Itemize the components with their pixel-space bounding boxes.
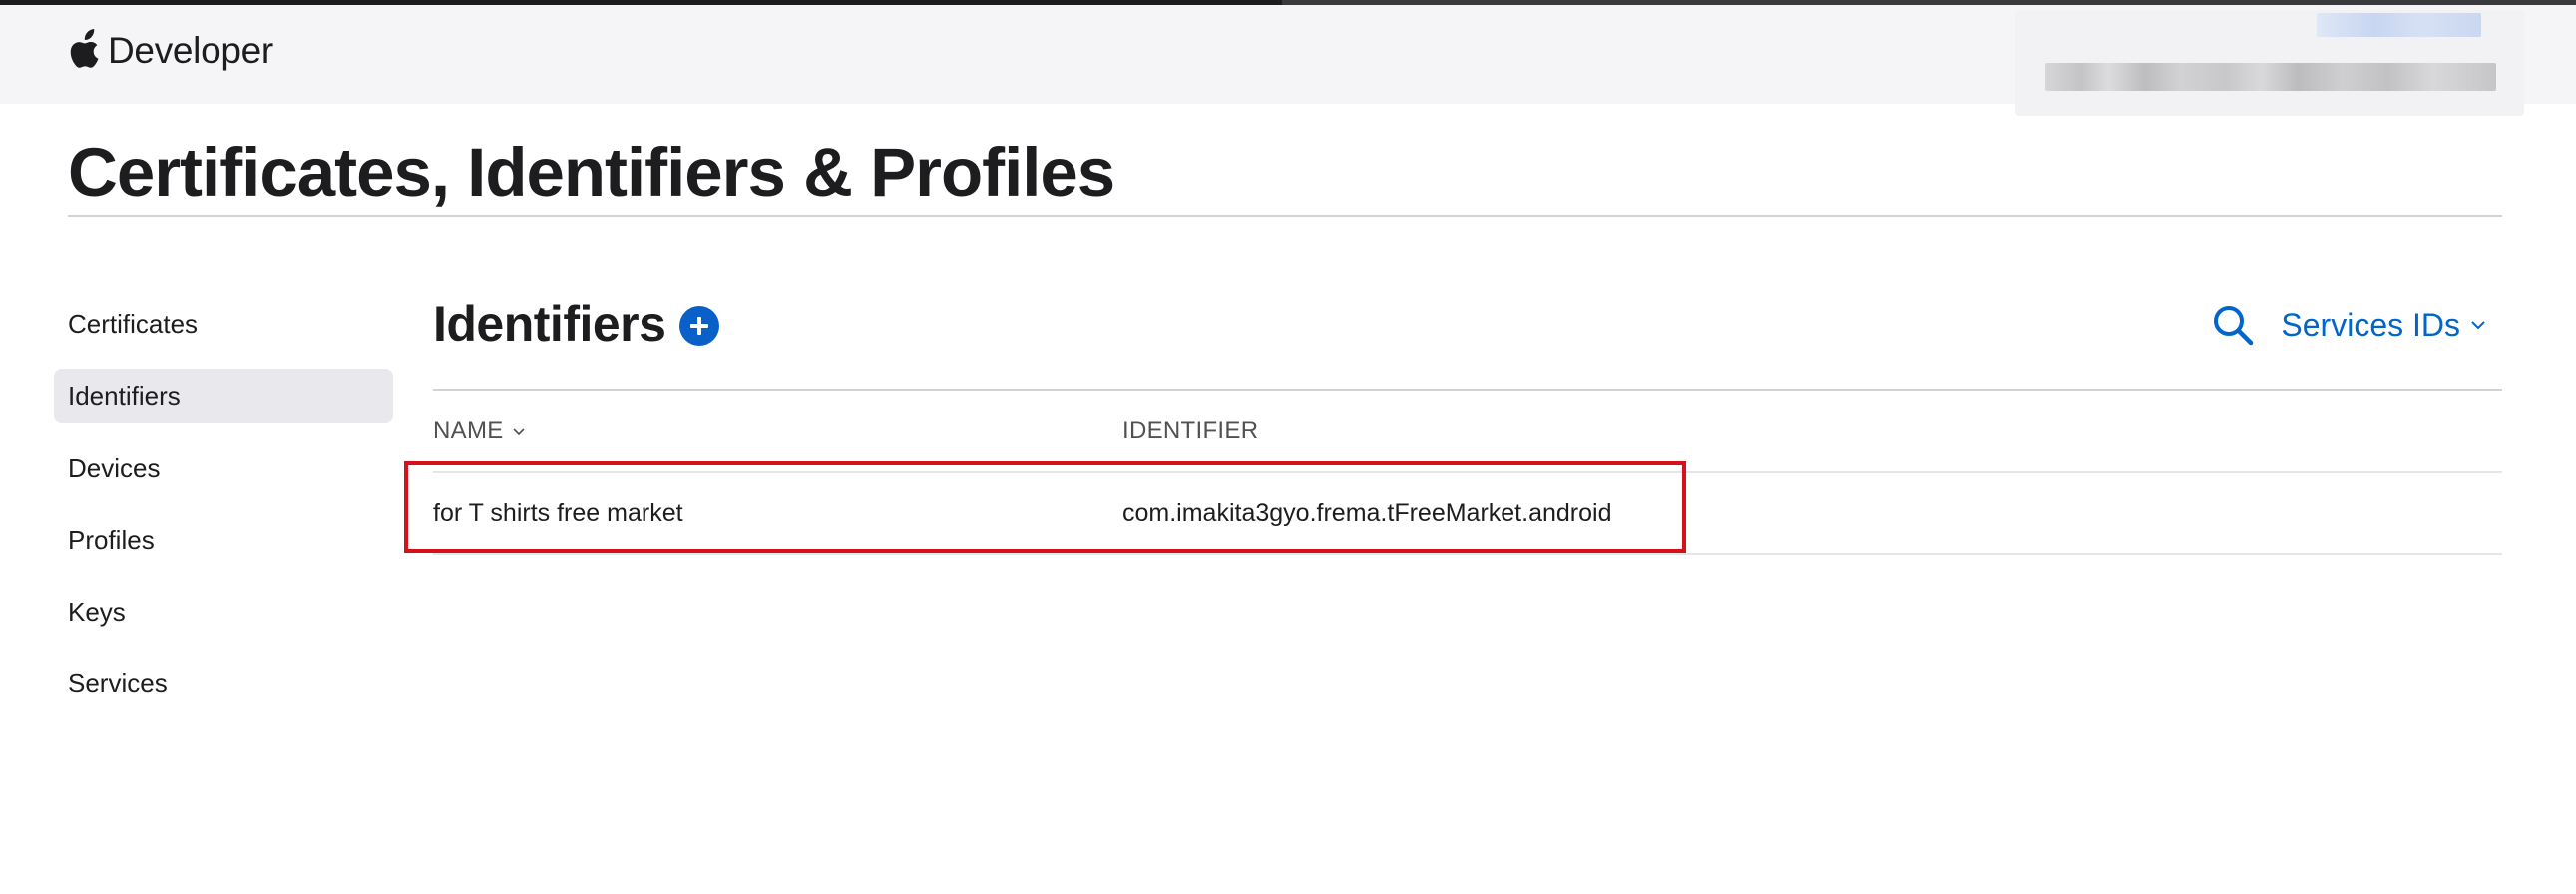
sidebar-item-certificates[interactable]: Certificates: [54, 297, 393, 351]
row-identifier-cell: com.imakita3gyo.frema.tFreeMarket.androi…: [1122, 499, 1612, 527]
sidebar-nav: Certificates Identifiers Devices Profile…: [54, 297, 393, 728]
brand-label: Developer: [108, 29, 273, 71]
chevron-down-icon: [2471, 321, 2485, 330]
title-divider: [68, 215, 2502, 217]
column-header-identifier: IDENTIFIER: [1122, 417, 1258, 445]
account-name-redacted: [2317, 13, 2481, 37]
sort-chevron-icon: [512, 427, 525, 435]
sidebar-item-devices[interactable]: Devices: [54, 441, 393, 495]
page-title: Certificates, Identifiers & Profiles: [68, 134, 1115, 211]
identifier-type-dropdown[interactable]: Services IDs: [2281, 307, 2486, 344]
table-row[interactable]: for T shirts free market com.imakita3gyo…: [433, 473, 2502, 553]
plus-icon: [690, 317, 709, 335]
sidebar-item-services[interactable]: Services: [54, 657, 393, 710]
section-header: Identifiers: [433, 289, 720, 359]
search-icon[interactable]: [2211, 303, 2255, 347]
sidebar-item-profiles[interactable]: Profiles: [54, 513, 393, 567]
add-identifier-button[interactable]: [679, 306, 720, 346]
column-header-name[interactable]: NAME: [433, 417, 526, 445]
column-header-identifier-label: IDENTIFIER: [1122, 417, 1259, 444]
global-header: Developer: [0, 5, 2576, 116]
row-name-cell: for T shirts free market: [433, 499, 683, 527]
table-bottom-divider: [433, 553, 2502, 555]
account-team-redacted: [2045, 63, 2496, 91]
column-header-name-label: NAME: [433, 417, 504, 444]
developer-home-link[interactable]: Developer: [68, 25, 273, 75]
sidebar-item-identifiers[interactable]: Identifiers: [54, 369, 393, 423]
sidebar-item-keys[interactable]: Keys: [54, 585, 393, 639]
identifier-type-label: Services IDs: [2281, 306, 2460, 343]
table-top-divider: [433, 389, 2502, 391]
filter-area: Services IDs: [2211, 295, 2486, 355]
apple-logo-icon: [70, 29, 99, 68]
section-title: Identifiers: [433, 296, 666, 352]
